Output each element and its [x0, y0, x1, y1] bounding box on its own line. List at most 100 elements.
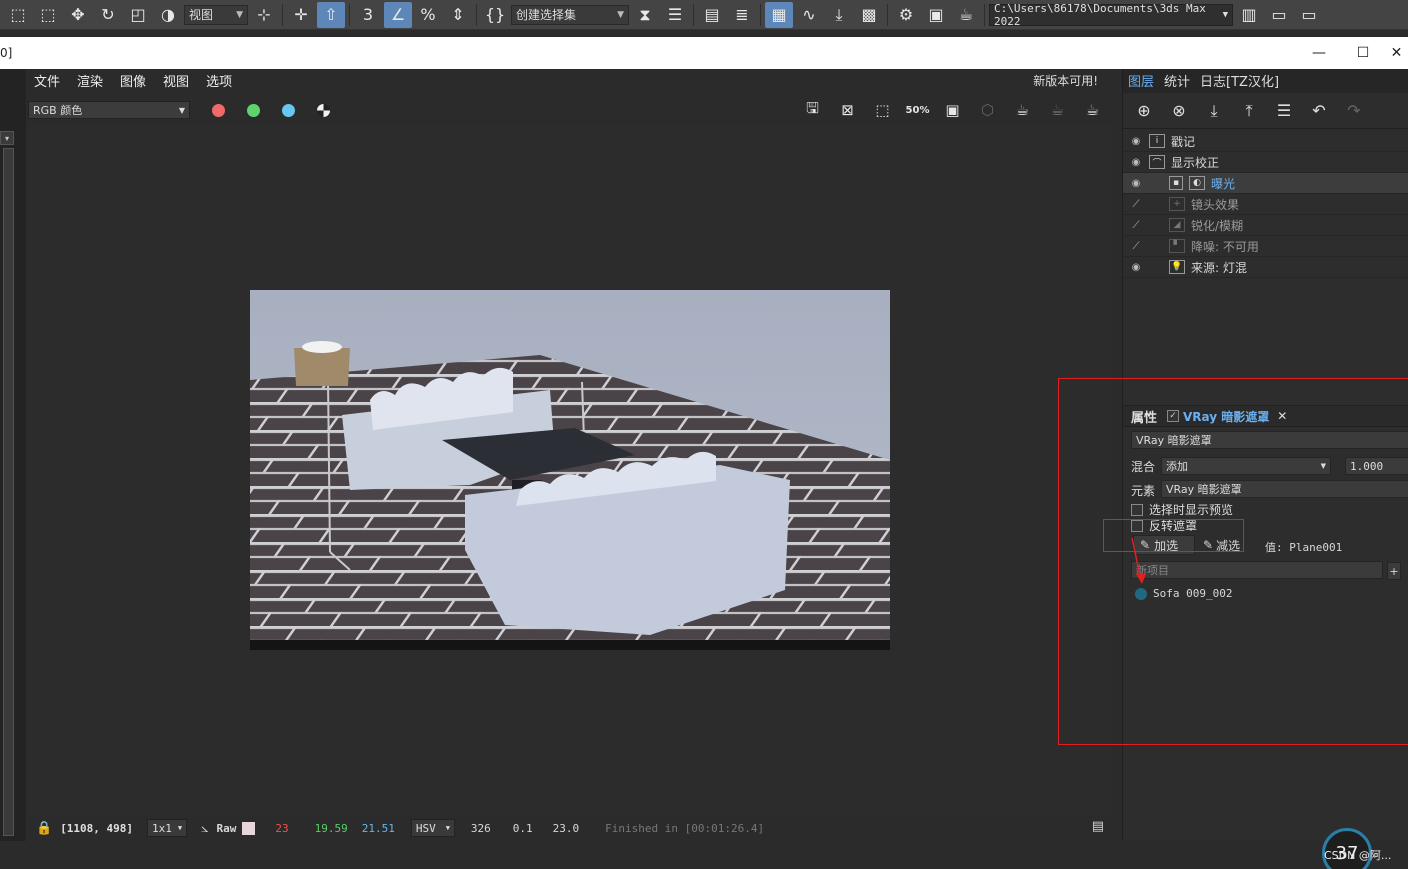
layer-row[interactable]: ◉ i 戳记 — [1123, 131, 1408, 152]
save-icon[interactable]: 🖫 — [799, 97, 826, 123]
alpha-channel-toggle[interactable] — [317, 103, 330, 117]
eye-off-icon[interactable]: ⟋ — [1123, 241, 1149, 252]
align-icon[interactable]: ☰ — [661, 2, 689, 28]
collapse-icon[interactable]: ▾ — [0, 131, 14, 145]
green-channel-toggle[interactable] — [247, 103, 260, 117]
mirror-icon[interactable]: ⧗ — [631, 2, 659, 28]
eye-off-icon[interactable]: ⟋ — [1123, 199, 1149, 210]
load-layers-icon[interactable]: ⤒ — [1236, 98, 1262, 124]
move-icon[interactable]: ✥ — [64, 2, 92, 28]
menu-render[interactable]: 渲染 — [69, 71, 112, 90]
blue-channel-toggle[interactable] — [282, 103, 295, 117]
region-render-icon[interactable]: ⬚ — [869, 97, 896, 123]
redo-icon[interactable]: ↷ — [1341, 98, 1367, 124]
layer-row[interactable]: ⟋ + 镜头效果 — [1123, 194, 1408, 215]
eye-icon[interactable]: ◉ — [1123, 157, 1149, 168]
minimize-button[interactable]: — — [1297, 37, 1341, 69]
maximize-button[interactable]: ☐ — [1341, 37, 1385, 69]
menu-view[interactable]: 视图 — [155, 71, 198, 90]
watermark: CSDN @阿... — [1324, 849, 1392, 862]
lock-icon[interactable]: 🔒 — [36, 821, 52, 836]
layer-list-icon[interactable]: ☰ — [1271, 98, 1297, 124]
edit-named-selection-icon[interactable]: {} — [481, 2, 509, 28]
eye-off-icon[interactable]: ⟋ — [1123, 220, 1149, 231]
place-icon[interactable]: ◑ — [154, 2, 182, 28]
angle-snap-icon[interactable]: ∠ — [384, 1, 412, 28]
rendered-image[interactable] — [250, 290, 890, 650]
layer-row[interactable]: ◉ ⌒ 显示校正 — [1123, 152, 1408, 173]
layer-label: 显示校正 — [1171, 155, 1220, 170]
spinner-snap-icon[interactable]: ⇕ — [444, 2, 472, 28]
menu-options[interactable]: 选项 — [198, 71, 241, 90]
render-setup-icon[interactable]: ⚙ — [892, 2, 920, 28]
left-scrollbar[interactable] — [3, 148, 14, 836]
red-channel-toggle[interactable] — [212, 103, 225, 117]
rendered-frame-icon[interactable]: ▣ — [922, 2, 950, 28]
ribbon-icon[interactable]: ▦ — [765, 1, 793, 28]
render-teapot-dim-icon[interactable]: ☕ — [1044, 97, 1071, 123]
channel-dropdown[interactable]: RGB 颜色 ▼ — [28, 101, 190, 119]
layer-label: 戳记 — [1171, 134, 1196, 149]
layer-row[interactable]: ◉ 💡 来源: 灯混 — [1123, 257, 1408, 278]
layer-row[interactable]: ⟋ ◢ 锐化/模糊 — [1123, 215, 1408, 236]
clear-image-icon[interactable]: ⊠ — [834, 97, 861, 123]
material-editor-icon[interactable]: ▩ — [855, 2, 883, 28]
project-path-value: C:\Users\86178\Documents\3ds Max 2022 — [994, 1, 1206, 28]
update-notice[interactable]: 新版本可用! — [1033, 72, 1098, 89]
menu-image[interactable]: 图像 — [112, 71, 155, 90]
tab-stats[interactable]: 统计 — [1159, 67, 1195, 93]
percent-snap-icon[interactable]: % — [414, 2, 442, 28]
eye-icon[interactable]: ◉ — [1123, 262, 1149, 273]
window-crossing-icon[interactable]: ⬚ — [34, 2, 62, 28]
chevron-down-icon: ▼ — [1222, 9, 1228, 20]
annotation-box-add-select — [1103, 519, 1244, 552]
curve-editor-icon[interactable]: ∿ — [795, 2, 823, 28]
menu-file[interactable]: 文件 — [26, 71, 69, 90]
undo-icon[interactable]: ↶ — [1306, 98, 1332, 124]
scene-explorer-icon[interactable]: ▤ — [698, 2, 726, 28]
save-layers-icon[interactable]: ⤓ — [1201, 98, 1227, 124]
project-folder-icon[interactable]: ▭ — [1265, 2, 1293, 28]
scale-icon[interactable]: ◰ — [124, 2, 152, 28]
keyboard-shortcut-icon[interactable]: ⇧ — [317, 1, 345, 28]
render-teapot-icon[interactable]: ☕ — [1079, 97, 1106, 123]
reference-coord-dropdown[interactable]: 视图 ▼ — [184, 4, 248, 25]
vfb-title-bar: 0] — ☐ ✕ — [0, 37, 1408, 69]
tab-log[interactable]: 日志[TZ汉化] — [1195, 67, 1284, 93]
pivot-icon[interactable]: ⊹ — [250, 2, 278, 28]
interactive-render-icon[interactable]: ☕ — [1009, 97, 1036, 123]
tab-layers[interactable]: 图层 — [1123, 67, 1159, 93]
render-viewport[interactable] — [26, 125, 1114, 815]
lamp-bulb — [302, 341, 342, 353]
stop-icon[interactable]: ⬡ — [974, 97, 1001, 123]
add-layer-icon[interactable]: ⊕ — [1131, 98, 1157, 124]
set-project-icon[interactable]: ▥ — [1235, 2, 1263, 28]
layer-explorer-icon[interactable]: ≣ — [728, 2, 756, 28]
layer-row[interactable]: ◉ ▪ ◐ 曝光 — [1123, 173, 1408, 194]
axis-constraint-icon[interactable]: ✛ — [287, 2, 315, 28]
render-production-icon[interactable]: ☕ — [952, 2, 980, 28]
close-button[interactable]: ✕ — [1385, 37, 1408, 69]
schematic-view-icon[interactable]: ⤓ — [825, 2, 853, 28]
history-icon[interactable]: ▤ — [1092, 819, 1104, 834]
zoom-dropdown[interactable]: 1x1 ▼ — [147, 819, 188, 837]
delete-layer-icon[interactable]: ⊗ — [1166, 98, 1192, 124]
select-region-icon[interactable]: ⬚ — [4, 2, 32, 28]
eye-icon[interactable]: ◉ — [1123, 178, 1149, 189]
color-picker-icon[interactable]: ⦣ — [201, 821, 208, 836]
layer-row[interactable]: ⟋ ▘ 降噪: 不可用 — [1123, 236, 1408, 257]
vfb-menu-bar: 文件 渲染 图像 视图 选项 新版本可用! — [26, 69, 1114, 91]
rotate-icon[interactable]: ↻ — [94, 2, 122, 28]
color-mode-dropdown[interactable]: HSV ▼ — [410, 819, 455, 837]
visibility-toggle-icon[interactable]: ▪ — [1169, 176, 1183, 190]
divider — [760, 3, 761, 26]
test-resolution-icon[interactable]: 50% — [904, 97, 931, 123]
named-selection-dropdown[interactable]: 创建选择集 ▼ — [511, 4, 629, 25]
project-folder2-icon[interactable]: ▭ — [1295, 2, 1323, 28]
project-path-field[interactable]: C:\Users\86178\Documents\3ds Max 2022 ▼ — [989, 1, 1233, 28]
snap-3d-icon[interactable]: 3 — [354, 2, 382, 28]
frame-icon[interactable]: ▣ — [939, 97, 966, 123]
eye-icon[interactable]: ◉ — [1123, 136, 1149, 147]
divider — [282, 3, 283, 26]
hue-value: 326 — [470, 821, 491, 835]
